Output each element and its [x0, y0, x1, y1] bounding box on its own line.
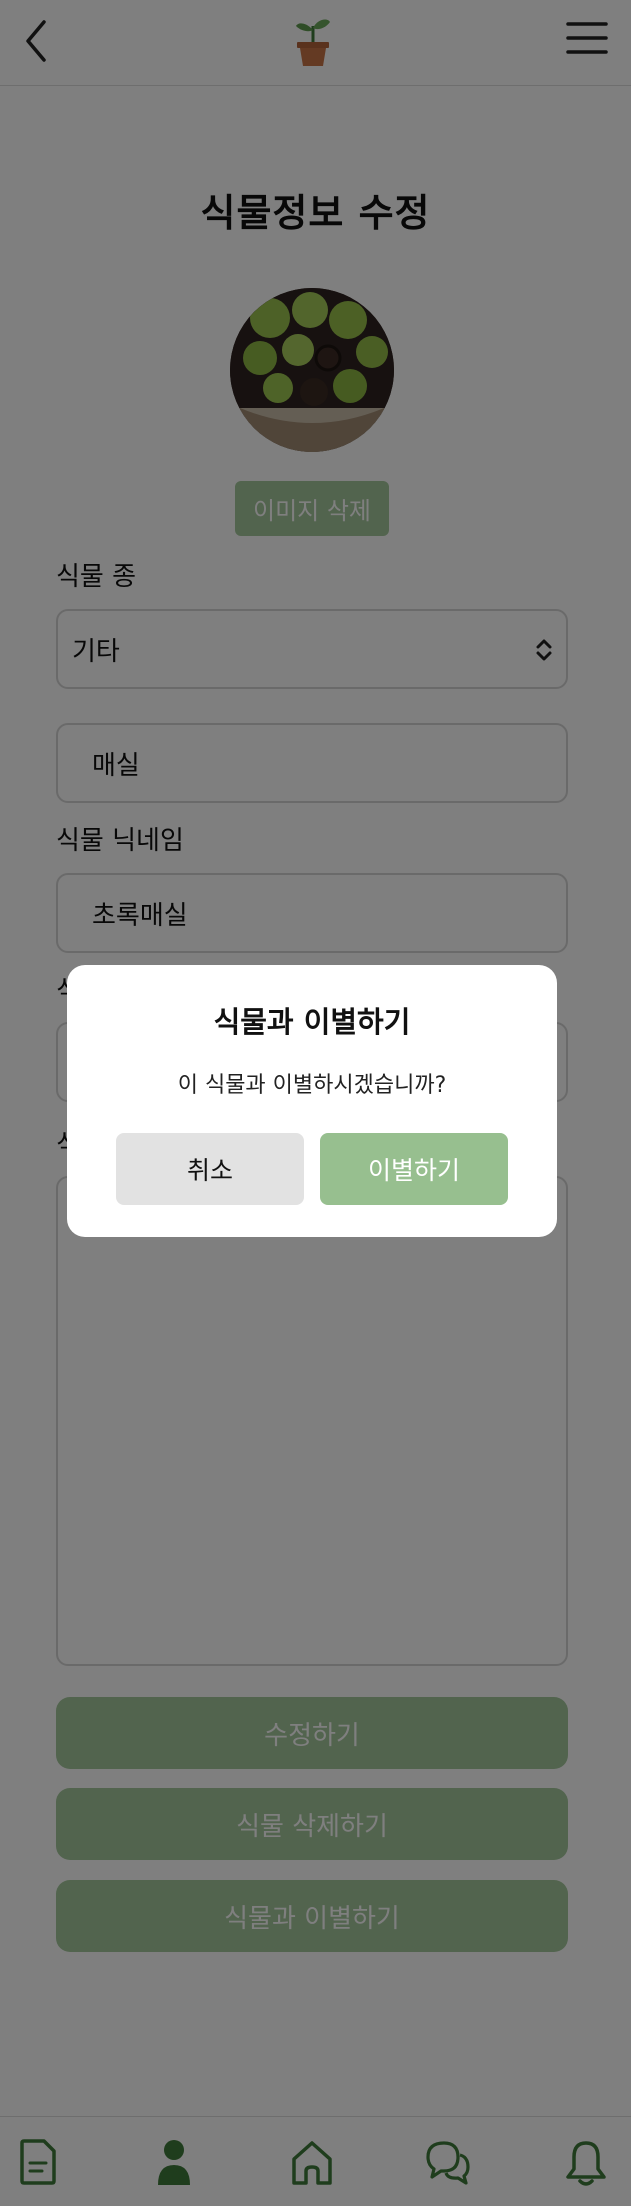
farewell-dialog: 식물과 이별하기 이 식물과 이별하시겠습니까? 취소 이별하기: [67, 965, 557, 1237]
cancel-button[interactable]: 취소: [116, 1133, 304, 1205]
dialog-title: 식물과 이별하기: [213, 1005, 411, 1039]
confirm-farewell-button[interactable]: 이별하기: [320, 1133, 508, 1205]
dialog-message: 이 식물과 이별하시겠습니까?: [177, 1073, 447, 1098]
